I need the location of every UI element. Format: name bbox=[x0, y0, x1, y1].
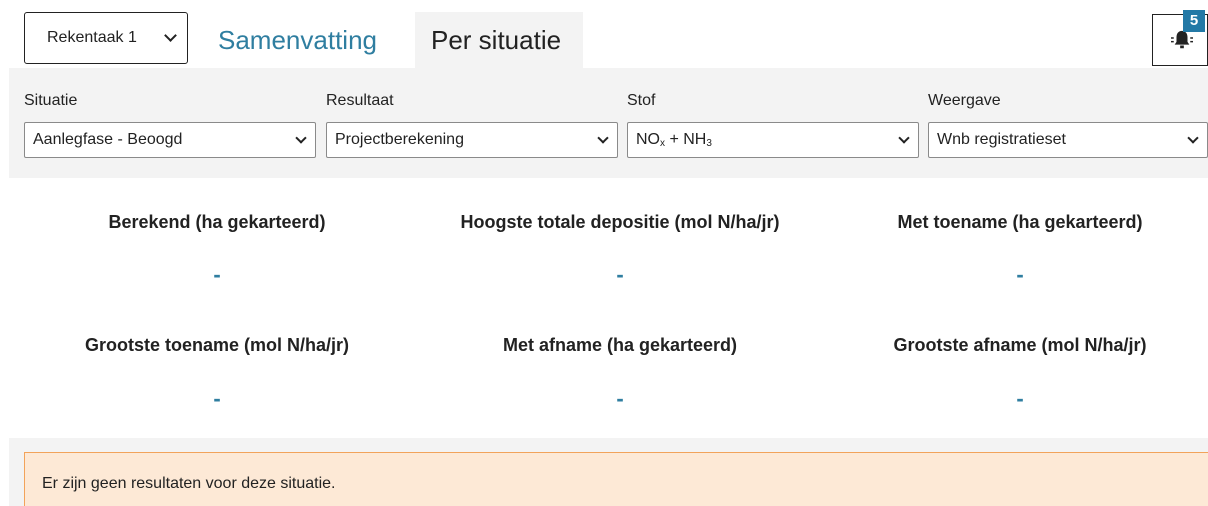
view-label: Weergave bbox=[928, 92, 1001, 109]
filter-panel: Situatie Aanlegfase - Beoogd Resultaat P… bbox=[9, 68, 1208, 178]
tab-samenvatting[interactable]: Samenvatting bbox=[202, 12, 393, 68]
tab-per-situatie[interactable]: Per situatie bbox=[415, 12, 583, 68]
substance-label: Stof bbox=[627, 92, 656, 109]
stat-value-grootste-toename: - bbox=[213, 386, 221, 411]
bell-icon bbox=[1171, 30, 1193, 49]
stat-title-berekend: Berekend (ha gekarteerd) bbox=[108, 212, 326, 232]
stat-value-hoogste-depositie: - bbox=[616, 262, 624, 287]
view-select[interactable]: Wnb registratieset bbox=[928, 122, 1208, 158]
substance-select-value: NOx + NH3 bbox=[636, 131, 712, 149]
result-select[interactable]: Projectberekening bbox=[326, 122, 618, 158]
stat-value-grootste-afname: - bbox=[1016, 386, 1024, 411]
result-select-value: Projectberekening bbox=[335, 131, 464, 148]
stat-title-grootste-toename: Grootste toename (mol N/ha/jr) bbox=[84, 335, 350, 355]
chevron-down-icon bbox=[597, 131, 609, 144]
stat-title-grootste-afname: Grootste afname (mol N/ha/jr) bbox=[893, 335, 1147, 355]
calc-task-select[interactable]: Rekentaak 1 bbox=[24, 12, 188, 64]
chevron-down-icon bbox=[1187, 131, 1199, 144]
stat-value-met-toename: - bbox=[1016, 262, 1024, 287]
stat-value-berekend: - bbox=[213, 262, 221, 287]
chevron-down-icon bbox=[295, 131, 307, 144]
result-label: Resultaat bbox=[326, 92, 394, 109]
stat-title-met-toename: Met toename (ha gekarteerd) bbox=[897, 212, 1143, 232]
substance-select[interactable]: NOx + NH3 bbox=[627, 122, 919, 158]
chevron-down-icon bbox=[164, 29, 177, 42]
calc-task-select-value: Rekentaak 1 bbox=[47, 29, 137, 46]
notification-count-badge: 5 bbox=[1183, 10, 1205, 32]
situation-select[interactable]: Aanlegfase - Beoogd bbox=[24, 122, 316, 158]
situation-select-value: Aanlegfase - Beoogd bbox=[33, 131, 183, 148]
stat-value-met-afname: - bbox=[616, 386, 624, 411]
no-results-notice: Er zijn geen resultaten voor deze situat… bbox=[24, 452, 1208, 506]
situation-label: Situatie bbox=[24, 92, 78, 109]
view-select-value: Wnb registratieset bbox=[937, 131, 1066, 148]
chevron-down-icon bbox=[898, 131, 910, 144]
stat-title-hoogste-depositie: Hoogste totale depositie (mol N/ha/jr) bbox=[460, 212, 780, 232]
stat-title-met-afname: Met afname (ha gekarteerd) bbox=[502, 335, 738, 355]
